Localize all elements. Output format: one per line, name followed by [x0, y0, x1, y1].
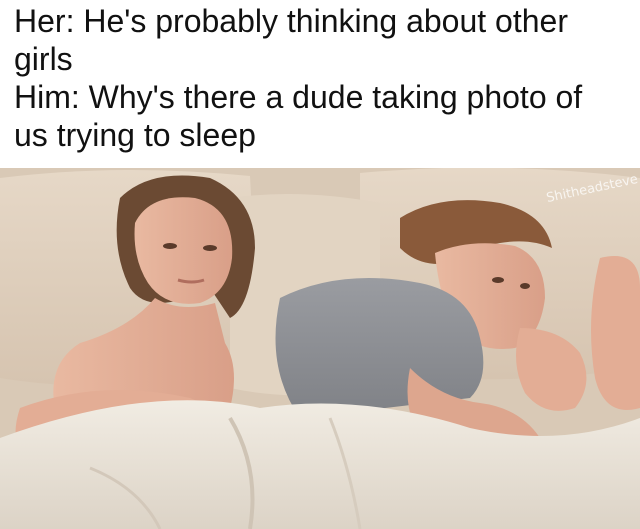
caption-line-3: Him: Why's there a dude taking photo of: [14, 79, 583, 115]
right-edge-arm: [591, 256, 640, 410]
bed-photo: Shitheadsteve: [0, 168, 640, 529]
caption-line-2: girls: [14, 41, 73, 77]
bed-scene-illustration: [0, 168, 640, 529]
caption-line-4: us trying to sleep: [14, 117, 256, 153]
meme-caption: Her: He's probably thinking about other …: [0, 0, 640, 168]
caption-line-1: Her: He's probably thinking about other: [14, 3, 568, 39]
